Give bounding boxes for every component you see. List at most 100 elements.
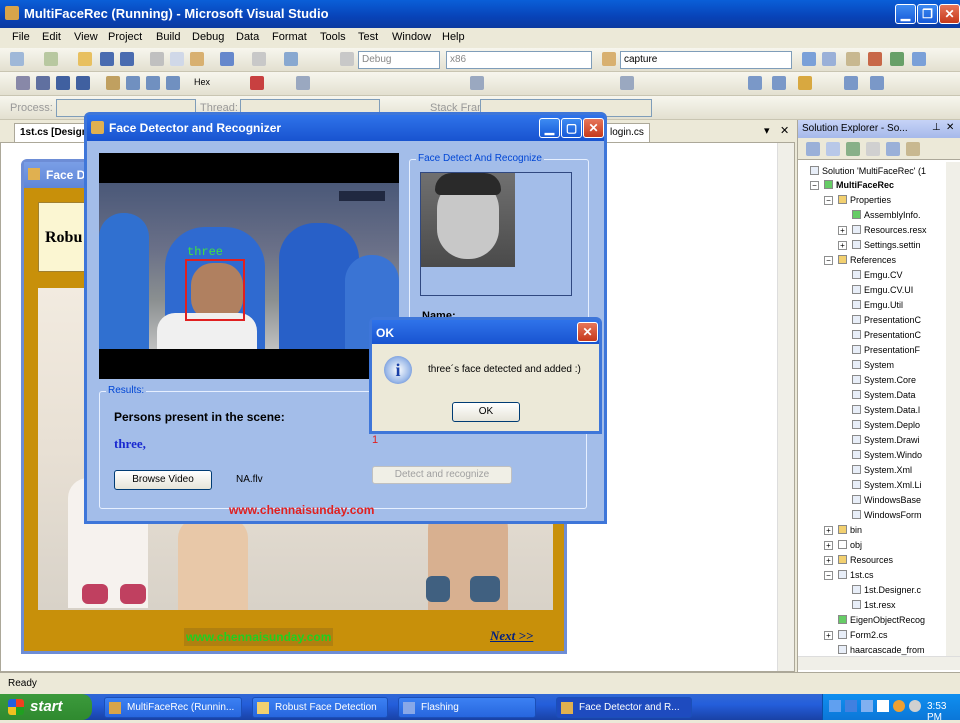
solution-config-combo[interactable]: Debug [358,51,440,69]
task-face-detector[interactable]: Face Detector and R... [556,697,692,718]
find-in-files-icon[interactable] [602,52,616,66]
tree-ref[interactable]: WindowsBase [852,493,921,507]
tree-ref[interactable]: System.Data [852,388,916,402]
close-button[interactable]: ✕ [939,4,960,24]
dialog-close-button[interactable]: ✕ [577,322,598,342]
tree-bin[interactable]: bin [838,523,862,537]
tree-ref[interactable]: System.Xml.Li [852,478,922,492]
tree-expander-icon[interactable]: + [824,556,833,565]
tree-ref[interactable]: System [852,358,894,372]
menu-test[interactable]: Test [358,31,378,43]
save-all-icon[interactable] [120,52,134,66]
tree-eigen[interactable]: EigenObjectRecog [838,613,925,627]
tree-resources-folder[interactable]: Resources [838,553,893,567]
detect-recognize-button[interactable]: Detect and recognize [372,466,512,484]
add-item-icon[interactable] [44,52,58,66]
break-all-icon[interactable] [36,76,50,90]
start-page-icon[interactable] [912,52,926,66]
tab-close-icon[interactable]: ✕ [780,124,789,137]
se-pin-icon[interactable]: ⊥ [932,122,941,133]
tree-1st-cs[interactable]: 1st.cs [838,568,874,582]
menu-file[interactable]: File [12,31,30,43]
footer-link[interactable]: www.chennaisunday.com [229,503,374,517]
step-into-icon[interactable] [126,76,140,90]
tree-solution[interactable]: Solution 'MultiFaceRec' (1 [810,164,926,178]
se-view-designer-icon[interactable] [886,142,900,156]
task-robust-face[interactable]: Robust Face Detection [252,697,388,718]
tree-ref[interactable]: System.Xml [852,463,912,477]
navigate-icon[interactable] [284,52,298,66]
new-project-icon[interactable] [10,52,24,66]
step-over-icon[interactable] [146,76,160,90]
menu-debug[interactable]: Debug [192,31,224,43]
tree-expander-icon[interactable]: − [810,181,819,190]
menu-format[interactable]: Format [272,31,307,43]
tray-icon-4[interactable] [877,700,889,712]
tab-dropdown-icon[interactable]: ▾ [764,124,770,137]
tree-expander-icon[interactable]: + [838,226,847,235]
tree-expander-icon[interactable]: + [824,526,833,535]
tree-ref[interactable]: System.Deplo [852,418,920,432]
tray-icon-3[interactable] [861,700,873,712]
tree-project[interactable]: MultiFaceRec [824,178,894,192]
bring-front-icon[interactable] [748,76,762,90]
copy-icon[interactable] [170,52,184,66]
layout-size-icon[interactable] [470,76,484,90]
stop-debug-icon[interactable] [56,76,70,90]
bg-next-link[interactable]: Next >> [490,628,533,644]
tab-login-cs[interactable]: login.cs [604,123,650,142]
tree-ref[interactable]: Emgu.CV.UI [852,283,913,297]
se-show-all-icon[interactable] [826,142,840,156]
send-back-icon[interactable] [772,76,786,90]
save-icon[interactable] [100,52,114,66]
minimize-button[interactable]: ▁ [895,4,916,24]
grid-icon[interactable] [870,76,884,90]
tray-icon-1[interactable] [829,700,841,712]
se-properties-icon[interactable] [806,142,820,156]
designer-vscrollbar[interactable] [777,143,794,671]
tree-resources-resx[interactable]: Resources.resx [852,223,927,237]
open-file-icon[interactable] [78,52,92,66]
paste-icon[interactable] [190,52,204,66]
restore-button[interactable]: ❐ [917,4,938,24]
find-icon[interactable] [802,52,816,66]
se-view-code-icon[interactable] [866,142,880,156]
solution-platform-combo[interactable]: x86 [446,51,592,69]
menu-window[interactable]: Window [392,31,431,43]
cut-icon[interactable] [150,52,164,66]
menu-edit[interactable]: Edit [42,31,61,43]
tree-ref[interactable]: System.Drawi [852,433,920,447]
bg-footer-link[interactable]: www.chennaisunday.com [184,628,334,646]
face-close-button[interactable]: ✕ [583,118,604,138]
continue-icon[interactable] [16,76,30,90]
toolbox-icon[interactable] [868,52,882,66]
tray-icon-6[interactable] [909,700,921,712]
tree-ref[interactable]: Emgu.CV [852,268,903,282]
tree-ref[interactable]: PresentationC [852,328,921,342]
hex-toggle-icon[interactable]: Hex [194,77,210,87]
tree-expander-icon[interactable]: − [824,571,833,580]
tree-1st-designer[interactable]: 1st.Designer.c [852,583,921,597]
menu-help[interactable]: Help [442,31,465,43]
browse-video-button[interactable]: Browse Video [114,470,212,490]
task-multifacerec[interactable]: MultiFaceRec (Runnin... [104,697,242,718]
face-maximize-button[interactable]: ▢ [561,118,582,138]
tree-ref[interactable]: System.Windo [852,448,922,462]
se-hscrollbar[interactable] [798,656,960,670]
tree-expander-icon[interactable]: + [824,631,833,640]
tree-properties[interactable]: Properties [838,193,891,207]
tree-assemblyinfo[interactable]: AssemblyInfo. [852,208,921,222]
undo-icon[interactable] [220,52,234,66]
se-refresh-icon[interactable] [846,142,860,156]
lock-controls-icon[interactable] [798,76,812,90]
tree-obj[interactable]: obj [838,538,862,552]
tab-1st-design[interactable]: 1st.cs [Design] [14,123,86,142]
tab-order-icon[interactable] [844,76,858,90]
se-vscrollbar[interactable] [946,162,960,656]
show-next-statement-icon[interactable] [106,76,120,90]
task-flashing[interactable]: Flashing [398,697,536,718]
tray-icon-2[interactable] [845,700,857,712]
dialog-ok-button[interactable]: OK [452,402,520,422]
tree-ref[interactable]: Emgu.Util [852,298,903,312]
menu-tools[interactable]: Tools [320,31,346,43]
